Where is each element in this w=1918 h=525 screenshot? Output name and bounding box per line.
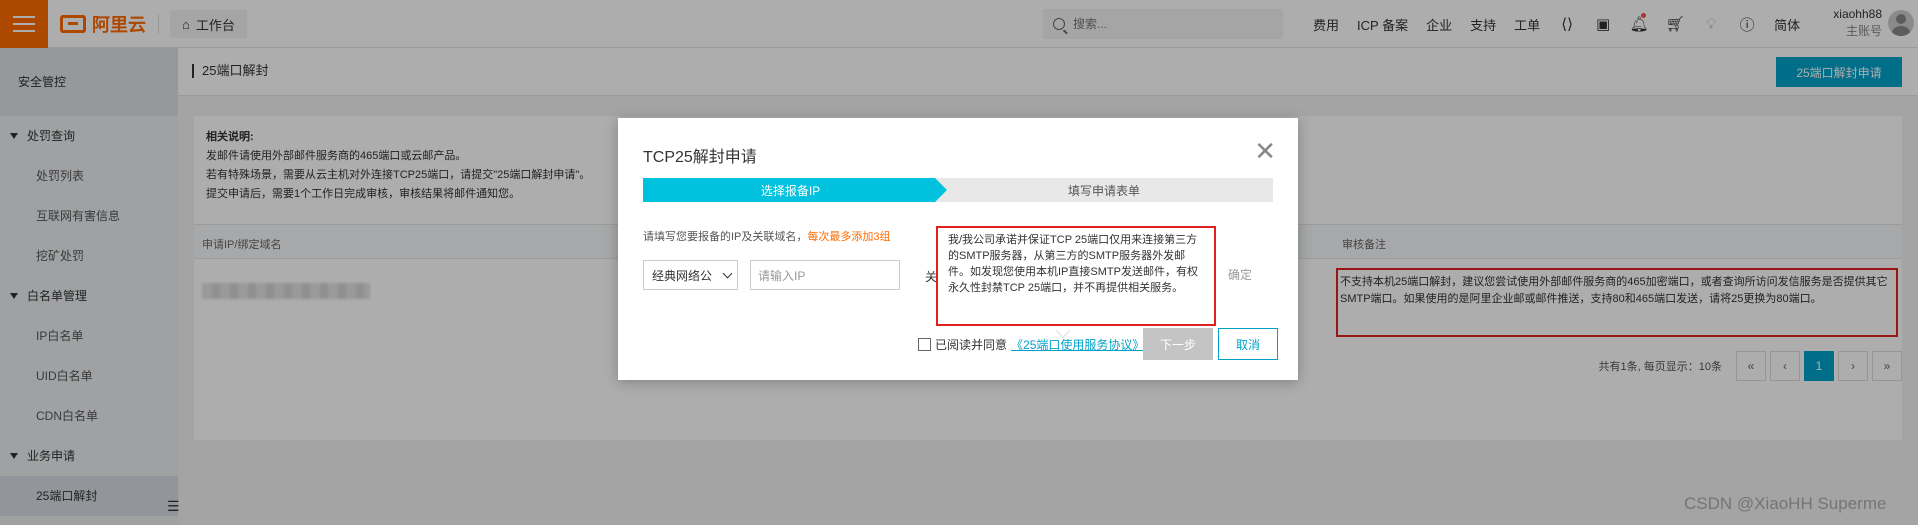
hint-limit: 每次最多添加3组: [807, 231, 891, 243]
step-indicator: 选择报备IP 填写申请表单: [643, 178, 1273, 202]
watermark: CSDN @XiaoHH Superme: [1684, 494, 1887, 513]
ip-input[interactable]: 请输入IP: [750, 260, 900, 290]
network-type-select[interactable]: 经典网络公: [643, 260, 738, 290]
cancel-button[interactable]: 取消: [1218, 328, 1278, 360]
agreement-popover: 我/我公司承诺并保证TCP 25端口仅用来连接第三方的SMTP服务器，从第三方的…: [936, 226, 1216, 326]
ip-hint: 请填写您要报备的IP及关联域名，每次最多添加3组: [643, 231, 891, 243]
agreement-link[interactable]: 《25端口使用服务协议》: [1011, 336, 1144, 353]
step-select-ip: 选择报备IP: [643, 178, 948, 202]
close-icon[interactable]: ✕: [1254, 138, 1276, 164]
confirm-link[interactable]: 确定: [1228, 266, 1252, 283]
step-fill-form: 填写申请表单: [935, 178, 1273, 202]
chevron-down-icon: [722, 268, 733, 279]
agreement-text: 已阅读并同意: [935, 338, 1008, 352]
agreement-row: 已阅读并同意 《25端口使用服务协议》: [918, 336, 1144, 353]
dialog-title: TCP25解封申请: [643, 149, 757, 166]
next-button[interactable]: 下一步: [1143, 328, 1213, 360]
tcp25-unblock-dialog: TCP25解封申请 ✕ 选择报备IP 填写申请表单 请填写您要报备的IP及关联域…: [618, 118, 1298, 380]
agreement-checkbox[interactable]: [918, 338, 931, 351]
